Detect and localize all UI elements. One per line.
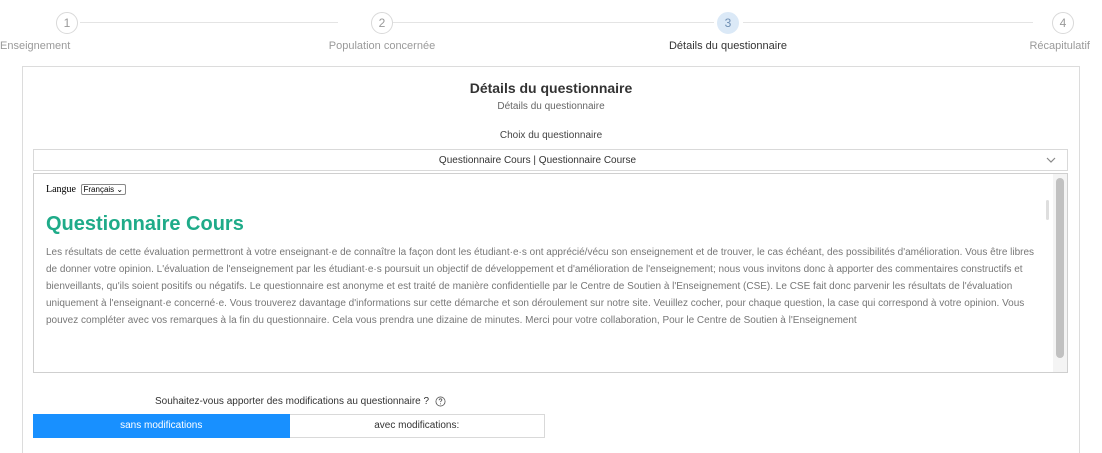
step-3[interactable]: 3 Détails du questionnaire	[648, 12, 808, 52]
questionnaire-select[interactable]: Questionnaire Cours | Questionnaire Cour…	[33, 149, 1068, 171]
step-number: 2	[371, 12, 393, 34]
option-no-modifications[interactable]: sans modifications	[33, 414, 290, 438]
questionnaire-select-value: Questionnaire Cours | Questionnaire Cour…	[438, 155, 637, 166]
option-with-modifications[interactable]: avec modifications:	[289, 414, 545, 438]
preview-title: Questionnaire Cours	[46, 213, 244, 235]
scrollbar-thumb[interactable]	[1056, 178, 1064, 358]
preview-content: Langue Français ⌄ Questionnaire Cours Le…	[34, 174, 1055, 372]
panel-title: Détails du questionnaire	[469, 80, 633, 96]
language-label: Langue	[46, 184, 76, 195]
language-row: Langue Français ⌄	[46, 184, 1043, 195]
step-2[interactable]: 2 Population concernée	[302, 12, 462, 52]
step-label: Détails du questionnaire	[668, 40, 788, 52]
help-circle-icon[interactable]	[435, 396, 446, 407]
language-select[interactable]: Français ⌄	[80, 184, 127, 195]
preview-description: Les résultats de cette évaluation permet…	[46, 247, 1035, 326]
inner-scroll-indicator	[1046, 200, 1049, 220]
modification-toggle: sans modifications avec modifications:	[33, 414, 545, 438]
step-label: Population concernée	[328, 40, 436, 52]
step-connector	[80, 22, 338, 23]
step-number: 4	[1052, 12, 1074, 34]
modification-question-text: Souhaitez-vous apporter des modification…	[155, 396, 430, 408]
preview-scrollbar[interactable]	[1053, 174, 1067, 372]
chevron-down-icon	[1046, 157, 1056, 163]
step-label: Enseignement	[0, 40, 71, 52]
step-label: Récapitulatif	[1029, 40, 1090, 52]
questionnaire-preview-frame[interactable]: Langue Français ⌄ Questionnaire Cours Le…	[33, 173, 1068, 373]
step-number: 3	[717, 12, 739, 34]
language-select-value: Français	[83, 185, 115, 194]
step-1[interactable]: 1 Enseignement	[0, 12, 78, 52]
panel-subtitle: Détails du questionnaire	[497, 101, 605, 112]
modification-question: Souhaitez-vous apporter des modification…	[155, 396, 446, 407]
questionnaire-details-panel: Détails du questionnaire Détails du ques…	[22, 66, 1080, 453]
chevron-down-icon: ⌄	[116, 185, 124, 194]
step-number: 1	[56, 12, 78, 34]
stepper: 1 Enseignement 2 Population concernée 3 …	[0, 0, 1102, 60]
step-4[interactable]: 4 Récapitulatif	[1029, 12, 1090, 52]
questionnaire-choice-label: Choix du questionnaire	[499, 130, 603, 141]
